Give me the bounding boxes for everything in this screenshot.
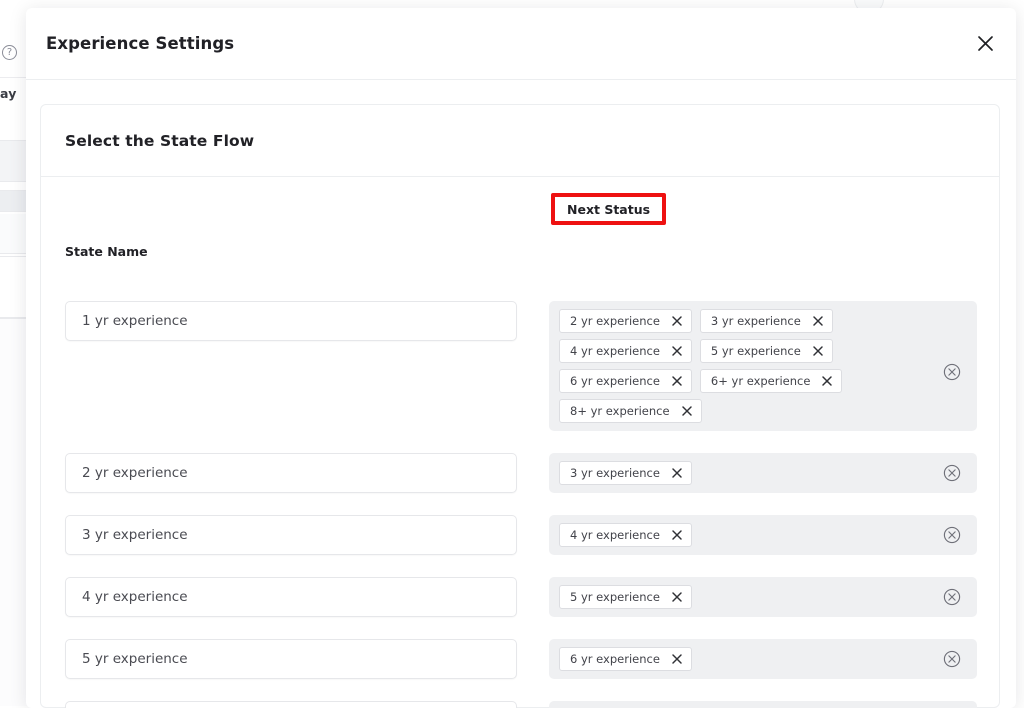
- help-circle-icon[interactable]: ?: [2, 45, 17, 60]
- circle-close-icon[interactable]: [943, 363, 961, 381]
- close-icon[interactable]: [672, 346, 682, 356]
- next-status-chip[interactable]: 3 yr experience: [699, 309, 833, 333]
- close-icon[interactable]: [972, 31, 998, 57]
- next-status-chip-list: 6 yr experience: [559, 647, 967, 671]
- chip-label: 6 yr experience: [570, 652, 660, 666]
- next-status-cell[interactable]: 6 yr experience: [549, 639, 977, 679]
- experience-settings-modal: Experience Settings Select the State Flo…: [26, 8, 1016, 708]
- state-name-column-header: State Name: [65, 244, 148, 259]
- next-status-chip[interactable]: 6+ yr experience: [699, 369, 843, 393]
- state-name-input[interactable]: 2 yr experience: [65, 453, 517, 493]
- chip-label: 8+ yr experience: [570, 404, 670, 418]
- close-icon[interactable]: [672, 530, 682, 540]
- state-name-input[interactable]: 6 yr experience: [65, 701, 517, 708]
- next-status-chip-list: 5 yr experience: [559, 585, 967, 609]
- state-name-input[interactable]: 4 yr experience: [65, 577, 517, 617]
- next-status-chip[interactable]: 6 yr experience: [559, 369, 692, 393]
- close-icon[interactable]: [672, 468, 682, 478]
- close-icon[interactable]: [672, 316, 682, 326]
- next-status-chip[interactable]: 6 yr experience: [559, 647, 692, 671]
- card-header: Select the State Flow: [41, 105, 999, 177]
- table-row: 4 yr experience 5 yr experience: [65, 577, 977, 617]
- chip-label: 4 yr experience: [570, 528, 660, 542]
- table-row: 5 yr experience 6 yr experience: [65, 639, 977, 679]
- close-icon[interactable]: [822, 376, 833, 386]
- next-status-chip-list: 3 yr experience: [559, 461, 967, 485]
- card-title: Select the State Flow: [65, 131, 255, 150]
- chip-label: 3 yr experience: [710, 314, 801, 328]
- state-flow-card: Select the State Flow Next Status State …: [40, 104, 1000, 708]
- next-status-chip[interactable]: 8+ yr experience: [559, 399, 702, 423]
- next-status-chip-list: 4 yr experience: [559, 523, 967, 547]
- close-icon[interactable]: [681, 406, 692, 416]
- next-status-cell[interactable]: 3 yr experience: [549, 453, 977, 493]
- close-icon[interactable]: [813, 346, 823, 356]
- close-icon[interactable]: [672, 592, 682, 602]
- chip-label: 2 yr experience: [570, 314, 660, 328]
- circle-close-icon[interactable]: [943, 526, 961, 544]
- next-status-cell[interactable]: 6+ yr experience: [549, 701, 977, 708]
- column-headers: Next Status State Name: [65, 193, 977, 259]
- state-name-input[interactable]: 1 yr experience: [65, 301, 517, 341]
- table-row: 2 yr experience 3 yr experience: [65, 453, 977, 493]
- state-name-input[interactable]: 5 yr experience: [65, 639, 517, 679]
- next-status-cell[interactable]: 2 yr experience 3 yr experience 4 yr exper…: [549, 301, 977, 431]
- chip-label: 3 yr experience: [570, 466, 660, 480]
- state-flow-table: Next Status State Name 1 yr experience 2 …: [41, 177, 999, 708]
- next-status-chip[interactable]: 5 yr experience: [699, 339, 833, 363]
- table-row: 6 yr experience 6+ yr experience: [65, 701, 977, 708]
- flow-rows: 1 yr experience 2 yr experience 3 yr exper…: [65, 301, 977, 708]
- page-title: Experience Settings: [46, 34, 235, 53]
- circle-close-icon[interactable]: [943, 588, 961, 606]
- next-status-chip[interactable]: 4 yr experience: [559, 523, 692, 547]
- state-name-input[interactable]: 3 yr experience: [65, 515, 517, 555]
- next-status-column-label: Next Status: [567, 202, 651, 217]
- chip-label: 6 yr experience: [570, 374, 660, 388]
- chip-label: 5 yr experience: [710, 344, 801, 358]
- circle-close-icon[interactable]: [943, 650, 961, 668]
- table-row: 1 yr experience 2 yr experience 3 yr exper…: [65, 301, 977, 431]
- next-status-cell[interactable]: 5 yr experience: [549, 577, 977, 617]
- chip-label: 4 yr experience: [570, 344, 660, 358]
- chip-label: 5 yr experience: [570, 590, 660, 604]
- next-status-chip[interactable]: 4 yr experience: [559, 339, 692, 363]
- circle-close-icon[interactable]: [943, 464, 961, 482]
- close-icon[interactable]: [672, 376, 682, 386]
- close-icon[interactable]: [672, 654, 682, 664]
- next-status-chip[interactable]: 5 yr experience: [559, 585, 692, 609]
- next-status-chip[interactable]: 2 yr experience: [559, 309, 692, 333]
- next-status-cell[interactable]: 4 yr experience: [549, 515, 977, 555]
- next-status-column-header: Next Status: [551, 193, 667, 225]
- modal-header: Experience Settings: [26, 8, 1016, 80]
- modal-body: Select the State Flow Next Status State …: [26, 80, 1016, 708]
- close-icon[interactable]: [813, 316, 823, 326]
- background-text-fragment: ay: [0, 86, 17, 101]
- next-status-chip-list: 2 yr experience 3 yr experience 4 yr exper…: [559, 309, 967, 423]
- table-row: 3 yr experience 4 yr experience: [65, 515, 977, 555]
- chip-label: 6+ yr experience: [710, 374, 811, 388]
- next-status-chip[interactable]: 3 yr experience: [559, 461, 692, 485]
